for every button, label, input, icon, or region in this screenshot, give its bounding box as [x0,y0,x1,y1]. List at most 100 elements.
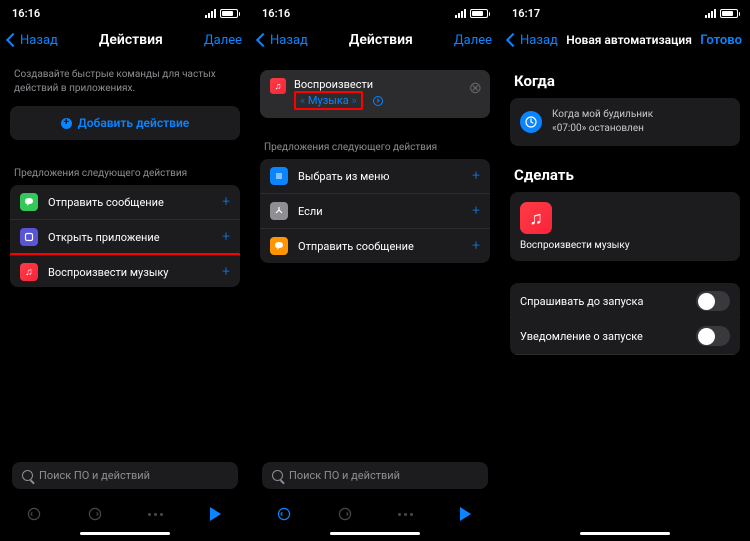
redo-button[interactable] [85,504,105,524]
action-card-play[interactable]: ♫ Воспроизвести « Музыка » ⊗ [260,70,490,118]
redo-button[interactable] [335,504,355,524]
done-button[interactable]: Готово [700,33,742,48]
nav-bar: Назад Действия Далее [0,22,250,62]
more-button[interactable] [395,504,415,524]
home-indicator[interactable] [580,532,670,535]
home-indicator[interactable] [80,532,170,535]
back-label: Назад [520,33,558,48]
next-button[interactable]: Далее [204,33,242,48]
menu-icon [270,167,288,185]
chevron-circle-icon[interactable] [373,96,383,106]
notify-on-run-toggle[interactable] [696,326,730,346]
when-card[interactable]: Когда мой будильник«07:00» остановлен [510,98,740,146]
page-title: Действия [58,32,204,48]
status-indicators [455,9,488,18]
status-bar: 16:16 [0,0,250,22]
status-bar: 16:16 [250,0,500,22]
toggle-label: Спрашивать до запуска [520,295,643,308]
bottom-toolbar [10,493,240,529]
row-label: Отправить сообщение [298,240,472,253]
notify-on-run-row[interactable]: Уведомление о запуске [510,318,740,355]
do-label: Воспроизвести музыку [520,240,730,251]
search-icon [272,470,283,481]
chevron-left-icon [6,33,20,47]
row-label: Отправить сообщение [48,196,222,209]
status-indicators [705,9,738,18]
suggestions-header: Предложения следующего действия [10,162,240,185]
music-icon: ♫ [520,202,552,234]
play-button[interactable] [456,504,476,524]
back-button[interactable]: Назад [258,33,308,48]
home-indicator[interactable] [330,532,420,535]
nav-bar: Назад Действия Далее [250,22,500,62]
toggle-group: Спрашивать до запуска Уведомление о запу… [510,283,740,355]
toggle-label: Уведомление о запуске [520,330,643,343]
back-button[interactable]: Назад [508,33,558,48]
page-title: Действия [308,32,454,48]
suggestion-send-message[interactable]: Отправить сообщение + [10,185,240,220]
chevron-left-icon [506,33,520,47]
plus-icon: + [222,229,230,245]
open-app-icon [20,228,38,246]
plus-icon: + [222,194,230,210]
search-field[interactable]: Поиск ПО и действий [12,462,238,489]
plus-circle-icon: + [61,118,72,129]
nav-bar: Назад Новая автоматизация Готово [500,22,750,62]
when-text: Когда мой будильник«07:00» остановлен [552,108,653,136]
search-placeholder: Поиск ПО и действий [39,469,150,482]
play-icon [460,507,471,521]
row-label: Воспроизвести музыку [48,266,222,279]
more-button[interactable] [145,504,165,524]
add-action-button[interactable]: + Добавить действие [10,106,240,140]
back-button[interactable]: Назад [8,33,58,48]
suggestion-send-message[interactable]: Отправить сообщение + [260,229,490,263]
if-icon [270,202,288,220]
suggestion-choose-menu[interactable]: Выбрать из меню + [260,159,490,194]
signal-icon [455,9,466,18]
battery-icon [720,9,738,18]
row-label: Если [298,205,472,218]
suggestion-open-app[interactable]: Открыть приложение + [10,220,240,255]
music-icon: ♫ [270,78,286,94]
search-placeholder: Поиск ПО и действий [289,469,400,482]
signal-icon [705,9,716,18]
play-button[interactable] [206,504,226,524]
undo-button[interactable] [274,504,294,524]
suggestion-play-music[interactable]: ♫ Воспроизвести музыку + [10,253,240,287]
music-icon: ♫ [20,263,38,281]
page-title: Новая автоматизация [558,33,700,47]
back-label: Назад [20,33,58,48]
row-label: Открыть приложение [48,231,222,244]
search-field[interactable]: Поиск ПО и действий [262,462,488,489]
suggestion-if[interactable]: Если + [260,194,490,229]
battery-icon [470,9,488,18]
music-param-pill[interactable]: « Музыка » [294,91,363,110]
chevron-left-icon [256,33,270,47]
add-action-label: Добавить действие [78,116,189,130]
bottom-toolbar [260,493,490,529]
row-label: Выбрать из меню [298,170,472,183]
screen-1-actions: 16:16 Назад Действия Далее Создавайте бы… [0,0,250,541]
close-icon[interactable]: ⊗ [469,78,482,97]
status-indicators [205,9,238,18]
next-button[interactable]: Далее [454,33,492,48]
status-time: 16:17 [512,7,540,20]
screen-3-automation: 16:17 Назад Новая автоматизация Готово К… [500,0,750,541]
messages-icon [20,193,38,211]
ask-before-run-toggle[interactable] [696,291,730,311]
intro-text: Создавайте быстрые команды для частых де… [10,62,240,106]
suggestions-list: Выбрать из меню + Если + Отправить сообщ… [260,159,490,263]
suggestions-header: Предложения следующего действия [260,136,490,159]
search-icon [22,470,33,481]
status-time: 16:16 [12,7,40,20]
back-label: Назад [270,33,308,48]
suggestions-list: Отправить сообщение + Открыть приложение… [10,185,240,287]
ask-before-run-row[interactable]: Спрашивать до запуска [510,283,740,320]
plus-icon: + [472,203,480,219]
clock-icon [520,111,542,133]
status-time: 16:16 [262,7,290,20]
do-card[interactable]: ♫ Воспроизвести музыку [510,192,740,261]
undo-button[interactable] [24,504,44,524]
signal-icon [205,9,216,18]
screen-2-action-config: 16:16 Назад Действия Далее ♫ Воспроизвес… [250,0,500,541]
